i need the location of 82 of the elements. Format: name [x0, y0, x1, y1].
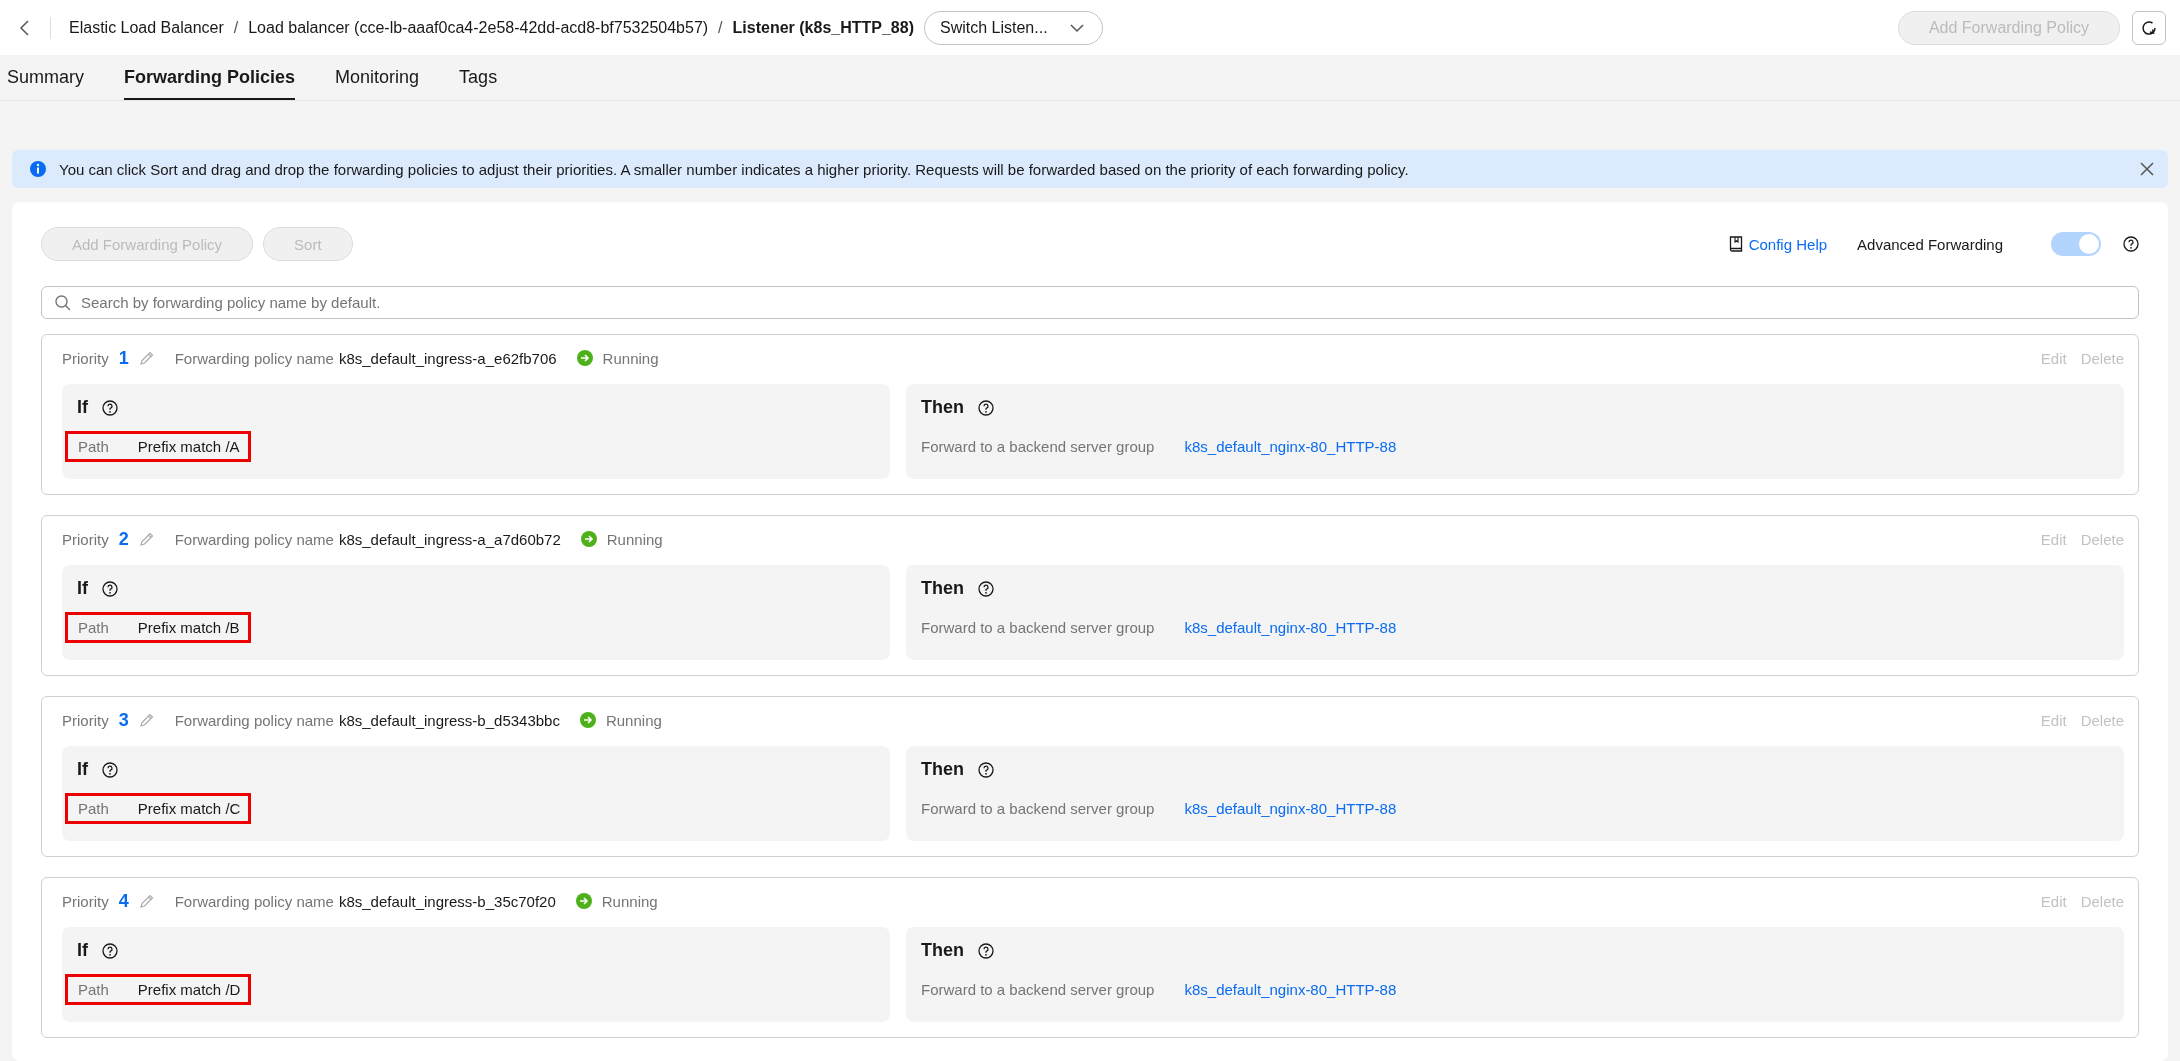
policy-name-label: Forwarding policy name: [174, 711, 334, 729]
breadcrumb-item[interactable]: Elastic Load Balancer: [69, 18, 224, 37]
breadcrumb-separator: /: [718, 18, 723, 37]
section-title: If: [77, 940, 88, 961]
policy-name: k8s_default_ingress-b_35c70f20: [338, 892, 556, 910]
tab[interactable]: Tags: [459, 55, 498, 100]
chevron-down-icon: [1069, 22, 1084, 33]
refresh-button[interactable]: [2132, 10, 2166, 45]
info-message: You can click Sort and drag and drop the forwarding policies to adjust their priorities. A smaller number indicates a higher priority. Requests will be forwarded based on the priority of each forwarding policy.: [59, 160, 1410, 178]
condition-value: Prefix match /C: [137, 800, 241, 817]
priority-label: Priority: [62, 892, 109, 910]
server-group-link[interactable]: k8s_default_nginx-80_HTTP-88: [1184, 438, 1397, 455]
help-icon: [102, 761, 118, 778]
condition-value: Prefix match /B: [137, 619, 240, 636]
search-icon: [55, 295, 71, 311]
arrow-circle-icon: [580, 531, 597, 547]
status-text: Running: [579, 711, 662, 729]
help-icon: [102, 942, 118, 959]
help-icon: [978, 942, 994, 959]
priority-number: 3: [118, 709, 129, 731]
arrow-circle-icon: [576, 350, 593, 366]
close-icon[interactable]: [2140, 162, 2154, 176]
action-label: Forward to a backend server group: [921, 800, 1155, 817]
policy-name-label: Forwarding policy name: [174, 530, 334, 548]
arrow-circle-icon: [575, 893, 592, 909]
condition-field: Path: [78, 800, 109, 817]
help-icon: [978, 761, 994, 778]
section-title: If: [77, 578, 88, 599]
priority-number: 2: [118, 528, 129, 550]
section-title: Then: [921, 940, 964, 961]
server-group-link[interactable]: k8s_default_nginx-80_HTTP-88: [1184, 981, 1397, 998]
section-title: If: [77, 397, 88, 418]
section-title: Then: [921, 397, 964, 418]
section-title: Then: [921, 578, 964, 599]
section-title: If: [77, 759, 88, 780]
condition-value: Prefix match /D: [137, 981, 241, 998]
pencil-icon[interactable]: [138, 350, 155, 366]
condition-field: Path: [78, 438, 109, 455]
priority-number: 1: [118, 347, 129, 369]
action-label: Forward to a backend server group: [921, 438, 1155, 455]
priority-number: 4: [118, 890, 129, 912]
help-icon: [978, 580, 994, 597]
help-icon: [2123, 236, 2139, 252]
priority-label: Priority: [62, 530, 109, 548]
policy-name: k8s_default_ingress-b_d5343bbc: [338, 711, 560, 729]
policy-name-label: Forwarding policy name: [174, 892, 334, 910]
action-label: Forward to a backend server group: [921, 619, 1155, 636]
toggle-label: Advanced Forwarding: [1857, 235, 2003, 253]
breadcrumb-item: Listener (k8s_HTTP_88): [732, 18, 914, 37]
help-icon: [102, 580, 118, 597]
action-label: Forward to a backend server group: [921, 981, 1155, 998]
book-icon: [1728, 236, 1743, 252]
refresh-icon: [2140, 18, 2158, 37]
condition-field: Path: [78, 619, 109, 636]
condition-value: Prefix match /A: [137, 438, 240, 455]
tab[interactable]: Forwarding Policies: [124, 55, 296, 100]
status-text: Running: [576, 349, 659, 367]
policy-name: k8s_default_ingress-a_e62fb706: [338, 349, 557, 367]
server-group-link[interactable]: k8s_default_nginx-80_HTTP-88: [1184, 800, 1397, 817]
config-help-link[interactable]: Config Help: [1728, 235, 1828, 253]
section-title: Then: [921, 759, 964, 780]
priority-label: Priority: [62, 349, 109, 367]
search-field[interactable]: Search by forwarding policy name by default.: [41, 286, 2139, 319]
policy-name: k8s_default_ingress-a_a7d60b72: [338, 530, 561, 548]
condition-field: Path: [78, 981, 109, 998]
policy-name-label: Forwarding policy name: [174, 349, 334, 367]
pencil-icon[interactable]: [138, 893, 155, 909]
help-icon: [102, 399, 118, 416]
help-icon: [978, 399, 994, 416]
status-text: Running: [580, 530, 663, 548]
priority-label: Priority: [62, 711, 109, 729]
pencil-icon[interactable]: [138, 712, 155, 728]
status-text: Running: [575, 892, 658, 910]
tab[interactable]: Summary: [7, 55, 84, 100]
server-group-link[interactable]: k8s_default_nginx-80_HTTP-88: [1184, 619, 1397, 636]
pencil-icon[interactable]: [138, 531, 155, 547]
breadcrumb-separator: /: [233, 18, 239, 37]
tab[interactable]: Monitoring: [335, 55, 420, 100]
arrow-circle-icon: [579, 712, 596, 728]
switch-listener-dropdown[interactable]: Switch Listen...: [923, 10, 1103, 45]
info-icon: [29, 160, 47, 178]
breadcrumb-item[interactable]: Load balancer (cce-lb-aaaf0ca4-2e58-42dd-acd8-bf7532504b57): [248, 18, 709, 37]
